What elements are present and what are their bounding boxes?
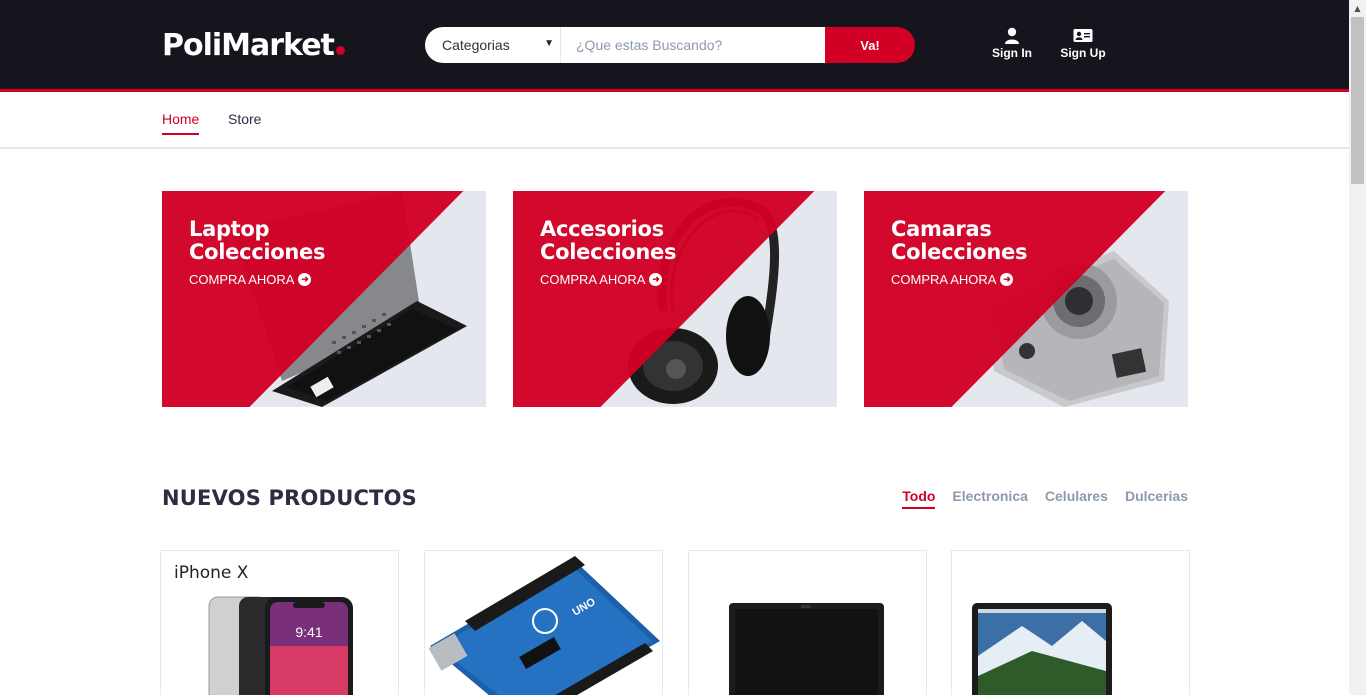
collection-title-line1: Accesorios — [540, 217, 664, 241]
collection-title-line2: Colecciones — [189, 240, 326, 264]
tab-dulcerias[interactable]: Dulcerias — [1125, 488, 1188, 509]
arduino-board-image: UNO — [428, 556, 660, 695]
logo[interactable]: PoliMarket — [162, 28, 345, 64]
phone-time: 9:41 — [295, 624, 322, 640]
scrollbar-thumb[interactable] — [1351, 17, 1364, 184]
sign-up-link[interactable]: Sign Up — [1056, 27, 1110, 60]
laptop-image — [729, 603, 884, 695]
iphone-image: 9:41 — [208, 596, 353, 695]
collection-title-line2: Colecciones — [891, 240, 1028, 264]
category-select[interactable]: Categorias ▼ — [425, 27, 561, 63]
sign-in-link[interactable]: Sign In — [987, 27, 1037, 60]
collection-title: Laptop Colecciones — [189, 217, 326, 264]
main-nav: Home Store — [0, 92, 1349, 149]
product-card[interactable]: UNO — [424, 550, 663, 695]
search-bar: Categorias ▼ Va! — [425, 27, 915, 63]
tab-todo[interactable]: Todo — [902, 488, 936, 509]
shop-now-label: COMPRA AHORA — [891, 272, 997, 287]
collection-text: Camaras Colecciones COMPRA AHORA ➜ — [891, 217, 1028, 288]
collection-title: Accesorios Colecciones — [540, 217, 677, 264]
shop-now-link[interactable]: COMPRA AHORA ➜ — [891, 272, 1027, 287]
section-title: NUEVOS PRODUCTOS — [162, 486, 417, 510]
sign-in-label: Sign In — [992, 46, 1032, 60]
collection-title: Camaras Colecciones — [891, 217, 1028, 264]
nav-item-home[interactable]: Home — [162, 111, 200, 135]
arrow-right-circle-icon: ➜ — [1000, 273, 1014, 286]
arrow-right-circle-icon: ➜ — [298, 273, 312, 286]
shop-now-link[interactable]: COMPRA AHORA ➜ — [540, 272, 676, 287]
top-header: PoliMarket Categorias ▼ Va! Sign In Sign… — [0, 0, 1349, 89]
product-tabs: Todo Electronica Celulares Dulcerias — [902, 488, 1188, 509]
tablet-image — [972, 603, 1112, 695]
collection-accesorios[interactable]: Accesorios Colecciones COMPRA AHORA ➜ — [513, 191, 837, 407]
category-select-value: Categorias — [442, 37, 510, 53]
tab-celulares[interactable]: Celulares — [1045, 488, 1108, 509]
logo-text: PoliMarket — [162, 28, 335, 63]
caret-down-icon: ▼ — [544, 38, 554, 49]
search-button[interactable]: Va! — [825, 27, 915, 63]
sign-up-label: Sign Up — [1060, 46, 1106, 60]
search-input[interactable] — [561, 27, 825, 63]
scroll-up-arrow-icon[interactable]: ▲ — [1349, 0, 1366, 17]
nav-item-store[interactable]: Store — [228, 111, 261, 133]
collection-camaras[interactable]: Camaras Colecciones COMPRA AHORA ➜ — [864, 191, 1188, 407]
product-card[interactable] — [951, 550, 1190, 695]
tab-electronica[interactable]: Electronica — [952, 488, 1027, 509]
collection-text: Accesorios Colecciones COMPRA AHORA ➜ — [540, 217, 677, 288]
collection-title-line1: Camaras — [891, 217, 992, 241]
product-card[interactable] — [688, 550, 927, 695]
collection-title-line2: Colecciones — [540, 240, 677, 264]
shop-now-link[interactable]: COMPRA AHORA ➜ — [189, 272, 325, 287]
collection-title-line1: Laptop — [189, 217, 270, 241]
shop-now-label: COMPRA AHORA — [189, 272, 295, 287]
collection-text: Laptop Colecciones COMPRA AHORA ➜ — [189, 217, 326, 288]
collection-laptop[interactable]: Laptop Colecciones COMPRA AHORA ➜ — [162, 191, 486, 407]
user-icon — [1005, 27, 1019, 44]
arrow-right-circle-icon: ➜ — [649, 273, 663, 286]
id-card-icon — [1073, 29, 1093, 42]
product-card[interactable]: iPhone X 9:41 — [160, 550, 399, 695]
shop-now-label: COMPRA AHORA — [540, 272, 646, 287]
logo-dot — [335, 46, 345, 55]
